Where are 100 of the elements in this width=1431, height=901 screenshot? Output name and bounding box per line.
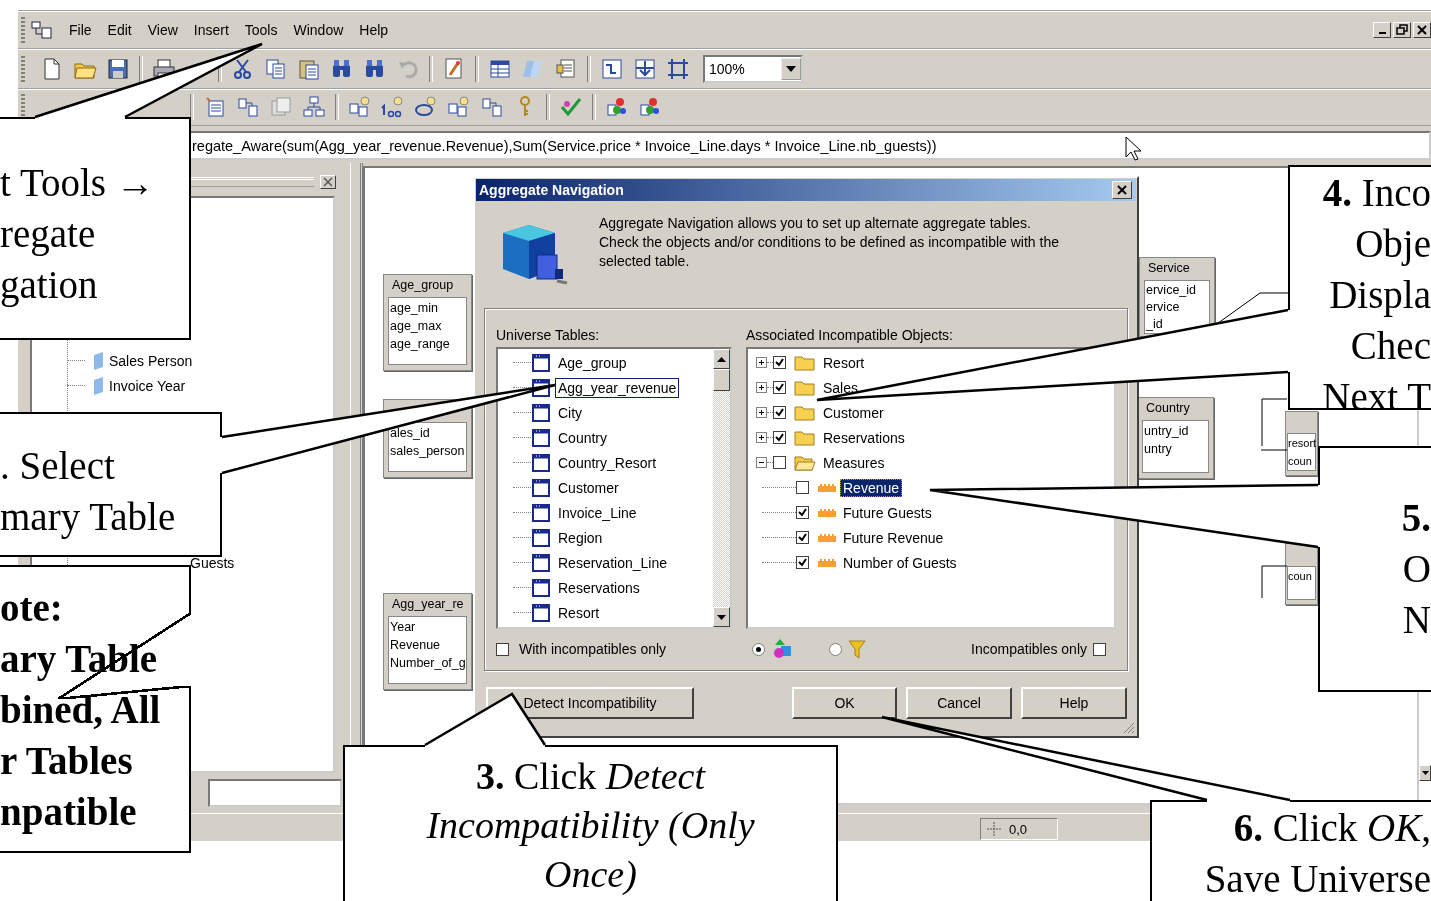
table-box[interactable]: resort coun [1285, 411, 1318, 476]
number-bulb-icon[interactable] [381, 95, 405, 119]
table-icon [531, 527, 551, 548]
object-item[interactable]: Reservations [820, 428, 908, 447]
table-list-item[interactable]: Resort [555, 602, 603, 623]
table-box[interactable]: coun [1285, 543, 1318, 605]
document-check-icon[interactable] [554, 56, 578, 81]
layout-icon[interactable] [600, 56, 624, 81]
checkbox[interactable] [496, 642, 509, 656]
down-arrow-icon [717, 614, 726, 620]
table-list-item[interactable]: Country_Resort [555, 452, 660, 473]
zoom-combo[interactable]: 100% [703, 54, 803, 83]
table-icon [531, 402, 551, 423]
table-list-item[interactable]: Reservation_Line [555, 552, 670, 573]
callout-text: t Tools → regate gation [0, 160, 155, 309]
expand-toggle[interactable] [756, 432, 767, 443]
scrollbar-thumb[interactable] [713, 369, 730, 391]
checkbox[interactable] [773, 406, 786, 419]
menu-item[interactable]: Edit [99, 19, 140, 40]
linked-tables-icon[interactable] [480, 95, 504, 119]
input-field[interactable] [208, 779, 342, 807]
colored-balls-icon[interactable] [605, 95, 629, 119]
radio-button[interactable] [752, 642, 765, 656]
folder-icon [794, 378, 816, 397]
tree-item[interactable]: Guests [190, 554, 235, 571]
scroll-down-button[interactable] [1419, 765, 1431, 781]
table-box[interactable]: Country untry_id untry [1137, 397, 1214, 479]
table-field: Revenue [390, 636, 466, 654]
checkbox[interactable] [796, 556, 809, 569]
close-panel-button[interactable] [320, 175, 336, 189]
checkbox[interactable] [1093, 642, 1106, 656]
pages-icon[interactable] [264, 56, 288, 81]
table-list-item[interactable]: City [555, 402, 586, 423]
object-item[interactable]: Number of Guests [840, 553, 960, 572]
checkbox[interactable] [773, 356, 786, 369]
checkmark-icon[interactable] [559, 95, 583, 119]
loop-bulb-icon[interactable] [414, 95, 438, 119]
object-item[interactable]: Sales [820, 378, 862, 397]
table-list-item[interactable]: Region [555, 527, 606, 548]
object-item[interactable]: Customer [820, 403, 887, 422]
menu-item[interactable]: Help [351, 19, 397, 40]
menu-item[interactable]: Insert [185, 19, 237, 40]
split-arrows-icon[interactable] [633, 56, 657, 81]
close-button[interactable] [1413, 21, 1431, 38]
checkbox[interactable] [796, 481, 809, 494]
close-button[interactable] [1112, 181, 1132, 199]
tree-item[interactable]: Invoice Year [109, 377, 186, 394]
cursor-position: 0,0 [1009, 821, 1028, 837]
expand-toggle[interactable] [756, 357, 767, 368]
colored-balls-icon[interactable] [638, 95, 662, 119]
table-field: ervice_id [1146, 282, 1209, 299]
checkmark-icon [775, 408, 784, 417]
object-item[interactable]: Future Revenue [840, 528, 947, 547]
checkbox-label[interactable]: With incompatibles only [519, 641, 667, 657]
table-list-item[interactable]: Invoice_Line [555, 502, 640, 523]
table-box[interactable]: Agg_year_re Year Revenue Number_of_g [383, 593, 472, 690]
minimize-button[interactable] [1373, 21, 1391, 38]
tree-item[interactable]: Sales Person [109, 352, 193, 369]
table-list-item[interactable]: Reservations [555, 577, 643, 598]
table-field: untry_id [1144, 422, 1208, 440]
folder-icon [794, 403, 816, 422]
scrollbar[interactable] [713, 349, 730, 627]
object-item[interactable]: Future Guests [840, 503, 935, 522]
plus-icon [758, 409, 765, 416]
plus-icon [758, 434, 765, 441]
table-name: Country [1145, 400, 1191, 417]
expand-toggle[interactable] [756, 457, 767, 468]
expand-toggle[interactable] [756, 407, 767, 418]
table-list-item[interactable]: Country [555, 427, 611, 448]
checkbox[interactable] [773, 381, 786, 394]
menu-item[interactable]: Window [285, 19, 352, 40]
dialog-button[interactable]: Cancel [906, 687, 1012, 719]
table-list-item[interactable]: Age_group [555, 352, 630, 373]
table-box[interactable]: Age_group age_min age_max age_range [383, 274, 472, 371]
hierarchy-icon[interactable] [302, 95, 326, 119]
tables-bulb-icon[interactable] [447, 95, 471, 119]
table-list-item[interactable]: Agg_year_revenue [555, 377, 680, 398]
tables-bulb-icon[interactable] [348, 95, 372, 119]
menu-item[interactable]: Tools [236, 19, 286, 40]
fit-frame-icon[interactable] [666, 56, 690, 81]
linked-tables-icon[interactable] [236, 95, 260, 119]
table-field: resort [1288, 434, 1315, 452]
checkbox[interactable] [773, 431, 786, 444]
expand-toggle[interactable] [756, 382, 767, 393]
checkbox[interactable] [796, 506, 809, 519]
dialog-button[interactable]: Help [1021, 687, 1127, 719]
restore-button[interactable] [1393, 21, 1411, 38]
checkbox-label[interactable]: Incompatibles only [971, 641, 1087, 657]
table-list-item[interactable]: Customer [555, 477, 622, 498]
object-item[interactable]: Revenue [840, 478, 903, 497]
menu-item[interactable]: View [139, 19, 186, 40]
table-list-icon[interactable] [203, 95, 227, 119]
crosshair-icon [987, 822, 1001, 836]
object-item[interactable]: Measures [820, 453, 888, 472]
dialog-button[interactable]: OK [792, 687, 897, 719]
menu-item[interactable]: File [61, 19, 100, 40]
radio-button[interactable] [829, 642, 842, 656]
checkbox[interactable] [796, 531, 809, 544]
object-item[interactable]: Resort [820, 353, 868, 372]
checkbox[interactable] [773, 456, 786, 469]
